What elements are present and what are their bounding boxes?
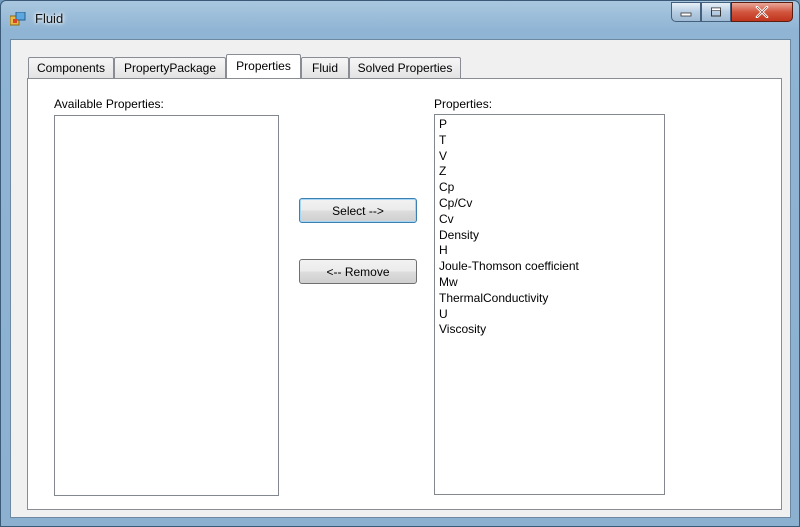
list-item[interactable]: Viscosity [435, 322, 664, 338]
tab-fluid[interactable]: Fluid [301, 57, 349, 78]
tab-propertypackage[interactable]: PropertyPackage [114, 57, 226, 78]
tab-properties[interactable]: Properties [226, 54, 301, 78]
properties-tab-panel: Available Properties: Select --> <-- Rem… [27, 78, 782, 510]
form-client-area: Components PropertyPackage Properties Fl… [10, 39, 791, 518]
app-icon [10, 12, 26, 26]
list-item[interactable]: Cv [435, 212, 664, 228]
available-properties-list[interactable] [54, 115, 279, 496]
close-icon [755, 6, 769, 18]
available-properties-label: Available Properties: [54, 97, 164, 111]
list-item[interactable]: Cp [435, 180, 664, 196]
list-item[interactable]: H [435, 243, 664, 259]
tab-components[interactable]: Components [28, 57, 114, 78]
list-item[interactable]: V [435, 149, 664, 165]
properties-label: Properties: [434, 97, 493, 111]
app-window: Fluid Components PropertyPackage Propert… [0, 0, 800, 527]
list-item[interactable]: P [435, 117, 664, 133]
close-button[interactable] [731, 2, 793, 22]
list-item[interactable]: Joule-Thomson coefficient [435, 259, 664, 275]
window-title: Fluid [35, 11, 64, 26]
minimize-icon [680, 12, 692, 17]
list-item[interactable]: U [435, 307, 664, 323]
minimize-button[interactable] [671, 2, 701, 22]
title-bar[interactable]: Fluid [1, 1, 799, 35]
list-item[interactable]: ThermalConductivity [435, 291, 664, 307]
list-item[interactable]: Mw [435, 275, 664, 291]
maximize-icon [711, 7, 721, 17]
list-item[interactable]: T [435, 133, 664, 149]
list-item[interactable]: Density [435, 228, 664, 244]
maximize-button[interactable] [701, 2, 731, 22]
properties-list[interactable]: P T V Z Cp Cp/Cv Cv Density H Joule-Thom… [434, 114, 665, 495]
remove-button[interactable]: <-- Remove [299, 259, 417, 284]
list-item[interactable]: Z [435, 164, 664, 180]
list-item[interactable]: Cp/Cv [435, 196, 664, 212]
tab-solved-properties[interactable]: Solved Properties [349, 57, 461, 78]
select-button[interactable]: Select --> [299, 198, 417, 223]
